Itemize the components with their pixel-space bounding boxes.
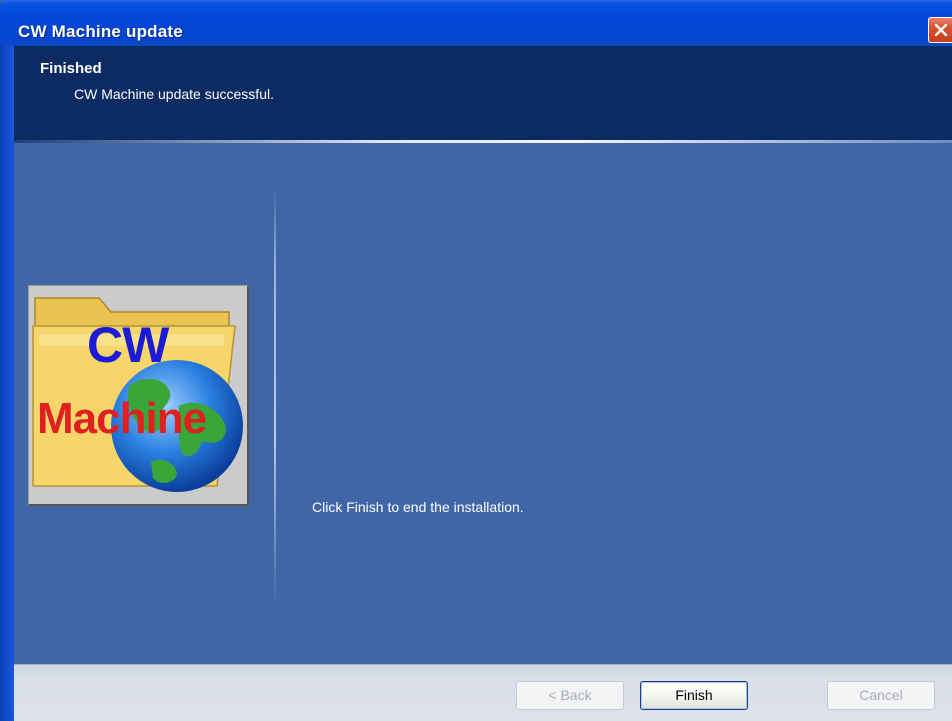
cancel-button[interactable]: Cancel [827, 681, 935, 710]
logo-text-machine: Machine [37, 394, 207, 443]
window-frame-left [0, 46, 14, 721]
finish-message: Click Finish to end the installation. [312, 499, 524, 515]
page-heading: Finished [40, 60, 102, 77]
finish-button[interactable]: Finish [640, 681, 748, 710]
page-subheading: CW Machine update successful. [74, 86, 274, 102]
logo-text-cw: CW [87, 317, 169, 373]
wizard-body: CW Machine Click Finish to end the insta… [14, 143, 952, 664]
window-title: CW Machine update [18, 22, 183, 41]
title-bar[interactable]: CW Machine update [0, 0, 952, 46]
app-logo: CW Machine [28, 285, 249, 506]
wizard-header: Finished CW Machine update successful. [14, 46, 952, 140]
vertical-divider [274, 187, 276, 607]
back-button[interactable]: < Back [516, 681, 624, 710]
close-button[interactable] [928, 17, 952, 43]
close-icon [934, 23, 948, 37]
installer-window: CW Machine update Finished CW Machine up… [0, 0, 952, 721]
button-bar: < Back Finish Cancel [14, 664, 952, 721]
